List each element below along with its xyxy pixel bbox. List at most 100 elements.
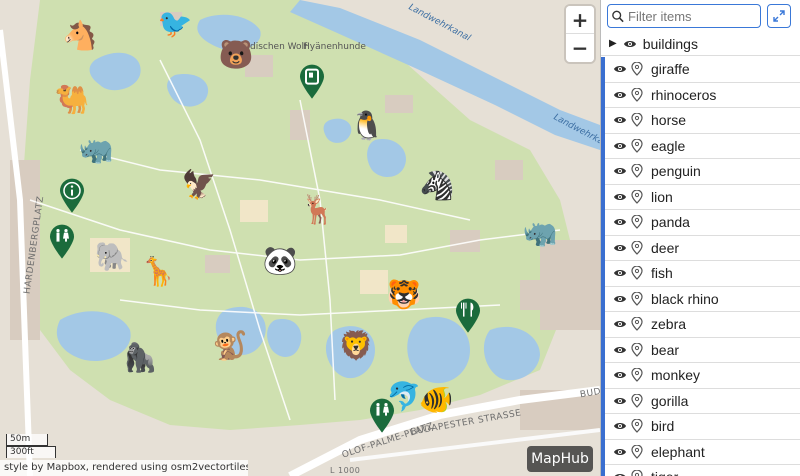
map-pin-icon (631, 240, 643, 255)
eye-icon[interactable] (613, 115, 627, 125)
list-item-label: lion (651, 188, 673, 205)
list-item[interactable]: panda (605, 210, 800, 236)
eye-icon[interactable] (613, 345, 627, 355)
filter-row (601, 0, 800, 32)
eye-icon[interactable] (613, 294, 627, 304)
marker-penguin[interactable]: 🐧 (348, 107, 386, 145)
marker-horse[interactable]: 🐴 (61, 17, 99, 55)
map-pin-icon (631, 62, 643, 77)
eye-icon[interactable] (613, 192, 627, 202)
list-item-label: fish (651, 265, 673, 282)
eye-icon[interactable] (613, 421, 627, 431)
zoom-control: + − (566, 6, 594, 62)
marker-tiger[interactable]: 🐯 (385, 276, 423, 314)
eye-icon[interactable] (613, 396, 627, 406)
eye-icon[interactable] (613, 268, 627, 278)
restaurant-pin-icon[interactable] (455, 298, 481, 334)
marker-elephant[interactable]: 🐘 (93, 238, 131, 276)
marker-black-rhino[interactable]: 🦏 (521, 214, 559, 252)
eye-icon[interactable] (613, 243, 627, 253)
list-item-label: bird (651, 418, 675, 435)
eye-icon[interactable] (613, 370, 627, 380)
map-canvas[interactable]: BUDAPESTER STRASSE BUDA OLOF-PALME-PLATZ… (0, 0, 600, 476)
item-list: giraffe rhinoceros horse eagle penguin lion pa… (601, 57, 800, 476)
search-icon (612, 10, 624, 22)
list-item-label: monkey (651, 367, 701, 384)
list-item[interactable]: deer (605, 236, 800, 261)
marker-fish[interactable]: 🐠 (417, 381, 455, 419)
marker-rhinoceros[interactable]: 🦏 (77, 131, 115, 169)
list-item-label: panda (651, 214, 690, 231)
marker-giraffe[interactable]: 🦒 (139, 253, 177, 291)
list-item[interactable]: gorilla (605, 389, 800, 414)
info-pin-icon[interactable] (59, 178, 85, 214)
parking-pin-icon[interactable] (299, 64, 325, 100)
list-item[interactable]: giraffe (605, 57, 800, 83)
list-item-label: zebra (651, 316, 687, 333)
scale-bar-metric: 50m (6, 434, 48, 446)
place-label-hyaenen: Hyänenhunde (303, 42, 366, 52)
list-item-label: penguin (651, 163, 701, 180)
marker-monkey[interactable]: 🐒 (211, 327, 249, 365)
list-item-label: black rhino (651, 290, 719, 307)
marker-deer[interactable]: 🦌 (299, 191, 337, 229)
marker-bird[interactable]: 🐦 (156, 5, 194, 43)
map-pin-icon (631, 393, 643, 408)
layer-panel: ▶ buildings giraffe rhinoceros horse eagle p… (600, 0, 800, 476)
filter-box[interactable] (607, 4, 761, 28)
list-item[interactable]: rhinoceros (605, 83, 800, 108)
map-pin-icon (631, 138, 643, 153)
eye-icon[interactable] (613, 166, 627, 176)
road-label-l1000: L 1000 (330, 466, 361, 475)
map-pin-icon (631, 317, 643, 332)
list-item-label: gorilla (651, 392, 689, 409)
marker-bear[interactable]: 🐻 (217, 36, 255, 74)
zoom-out-button[interactable]: − (566, 34, 594, 62)
list-item[interactable]: bird (605, 414, 800, 440)
list-item[interactable]: bear (605, 338, 800, 363)
list-item[interactable]: elephant (605, 440, 800, 465)
list-item[interactable]: zebra (605, 312, 800, 338)
map-pin-icon (631, 113, 643, 128)
expand-button[interactable] (767, 4, 791, 28)
marker-gorilla[interactable]: 🦍 (121, 339, 159, 377)
list-item[interactable]: fish (605, 261, 800, 287)
marker-panda[interactable]: 🐼 (261, 242, 299, 280)
eye-icon[interactable] (613, 141, 627, 151)
eye-icon[interactable] (613, 319, 627, 329)
list-item[interactable]: lion (605, 185, 800, 210)
map-pin-icon (631, 444, 643, 459)
maphub-logo[interactable]: MapHub (527, 446, 593, 472)
toilets-pin-icon[interactable] (49, 224, 75, 260)
eye-icon[interactable] (623, 39, 637, 49)
place-label-wolf: dischen Wolf (250, 42, 308, 52)
list-item[interactable]: tiger (605, 465, 800, 476)
zoom-in-button[interactable]: + (566, 6, 594, 34)
eye-icon[interactable] (613, 217, 627, 227)
marker-camel[interactable]: 🐫 (53, 81, 91, 119)
eye-icon[interactable] (613, 447, 627, 457)
map-pin-icon (631, 291, 643, 306)
eye-icon[interactable] (613, 90, 627, 100)
list-item[interactable]: black rhino (605, 287, 800, 312)
toilets-pin-2-icon[interactable] (369, 398, 395, 434)
list-item[interactable]: eagle (605, 134, 800, 159)
scale-bar-imperial: 300ft (6, 446, 56, 458)
map-pin-icon (631, 470, 643, 476)
list-item-label: tiger (651, 469, 678, 476)
eye-icon[interactable] (613, 64, 627, 74)
eye-icon[interactable] (613, 472, 627, 476)
group-label: buildings (642, 35, 698, 52)
map-pin-icon (631, 189, 643, 204)
map-pin-icon (631, 164, 643, 179)
expand-triangle-icon[interactable]: ▶ (609, 38, 617, 49)
marker-lion[interactable]: 🦁 (337, 327, 375, 365)
list-item[interactable]: horse (605, 108, 800, 134)
group-buildings[interactable]: ▶ buildings (601, 32, 800, 56)
list-item[interactable]: penguin (605, 159, 800, 185)
filter-input[interactable] (628, 8, 756, 24)
list-item[interactable]: monkey (605, 363, 800, 389)
marker-eagle[interactable]: 🦅 (180, 166, 218, 204)
marker-zebra[interactable]: 🦓 (418, 167, 456, 205)
map-pin-icon (631, 266, 643, 281)
